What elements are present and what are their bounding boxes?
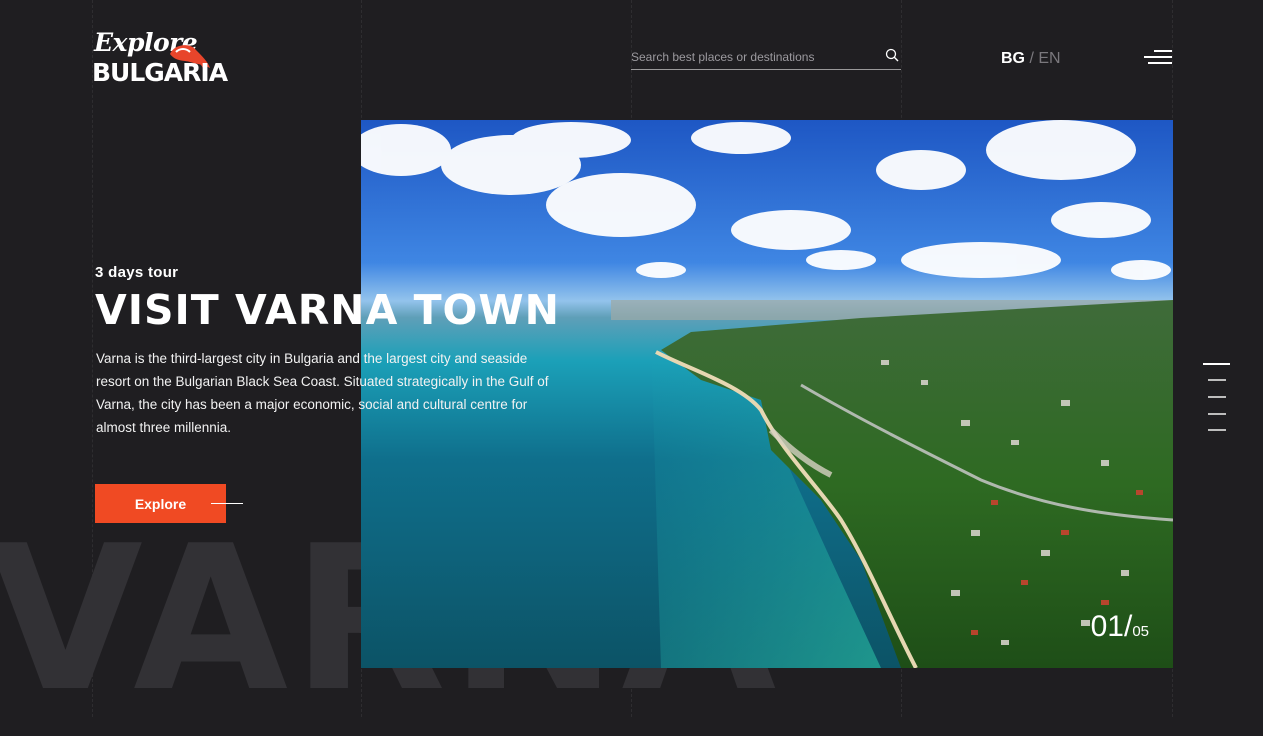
logo-line-2: BULGARIA	[92, 58, 228, 87]
tour-duration: 3 days tour	[95, 264, 179, 281]
pager-dash-1[interactable]	[1203, 363, 1230, 365]
language-separator: /	[1029, 50, 1034, 67]
search-icon[interactable]	[885, 48, 899, 62]
search-bar	[631, 45, 901, 70]
page-title: VISIT VARNA TOWN	[95, 286, 560, 334]
language-en[interactable]: EN	[1038, 50, 1060, 67]
explore-button[interactable]: Explore	[95, 484, 226, 523]
slide-counter-total: 05	[1132, 623, 1149, 640]
slide-counter-current: 01/	[1090, 610, 1133, 643]
slide-counter: 01/05	[1091, 610, 1149, 644]
language-bg[interactable]: BG	[1001, 50, 1025, 67]
search-input[interactable]	[631, 47, 871, 67]
pager-dash-4[interactable]	[1208, 413, 1226, 415]
pager-dash-3[interactable]	[1208, 396, 1226, 398]
logo[interactable]: Explore BULGARIA	[92, 28, 228, 92]
hero-description: Varna is the third-largest city in Bulga…	[96, 351, 549, 435]
language-switcher: BG / EN	[1001, 50, 1061, 68]
hamburger-menu-icon[interactable]	[1144, 50, 1172, 66]
pager-dash-5[interactable]	[1208, 429, 1226, 431]
pager-dash-2[interactable]	[1208, 379, 1226, 381]
explore-button-line	[211, 503, 243, 504]
